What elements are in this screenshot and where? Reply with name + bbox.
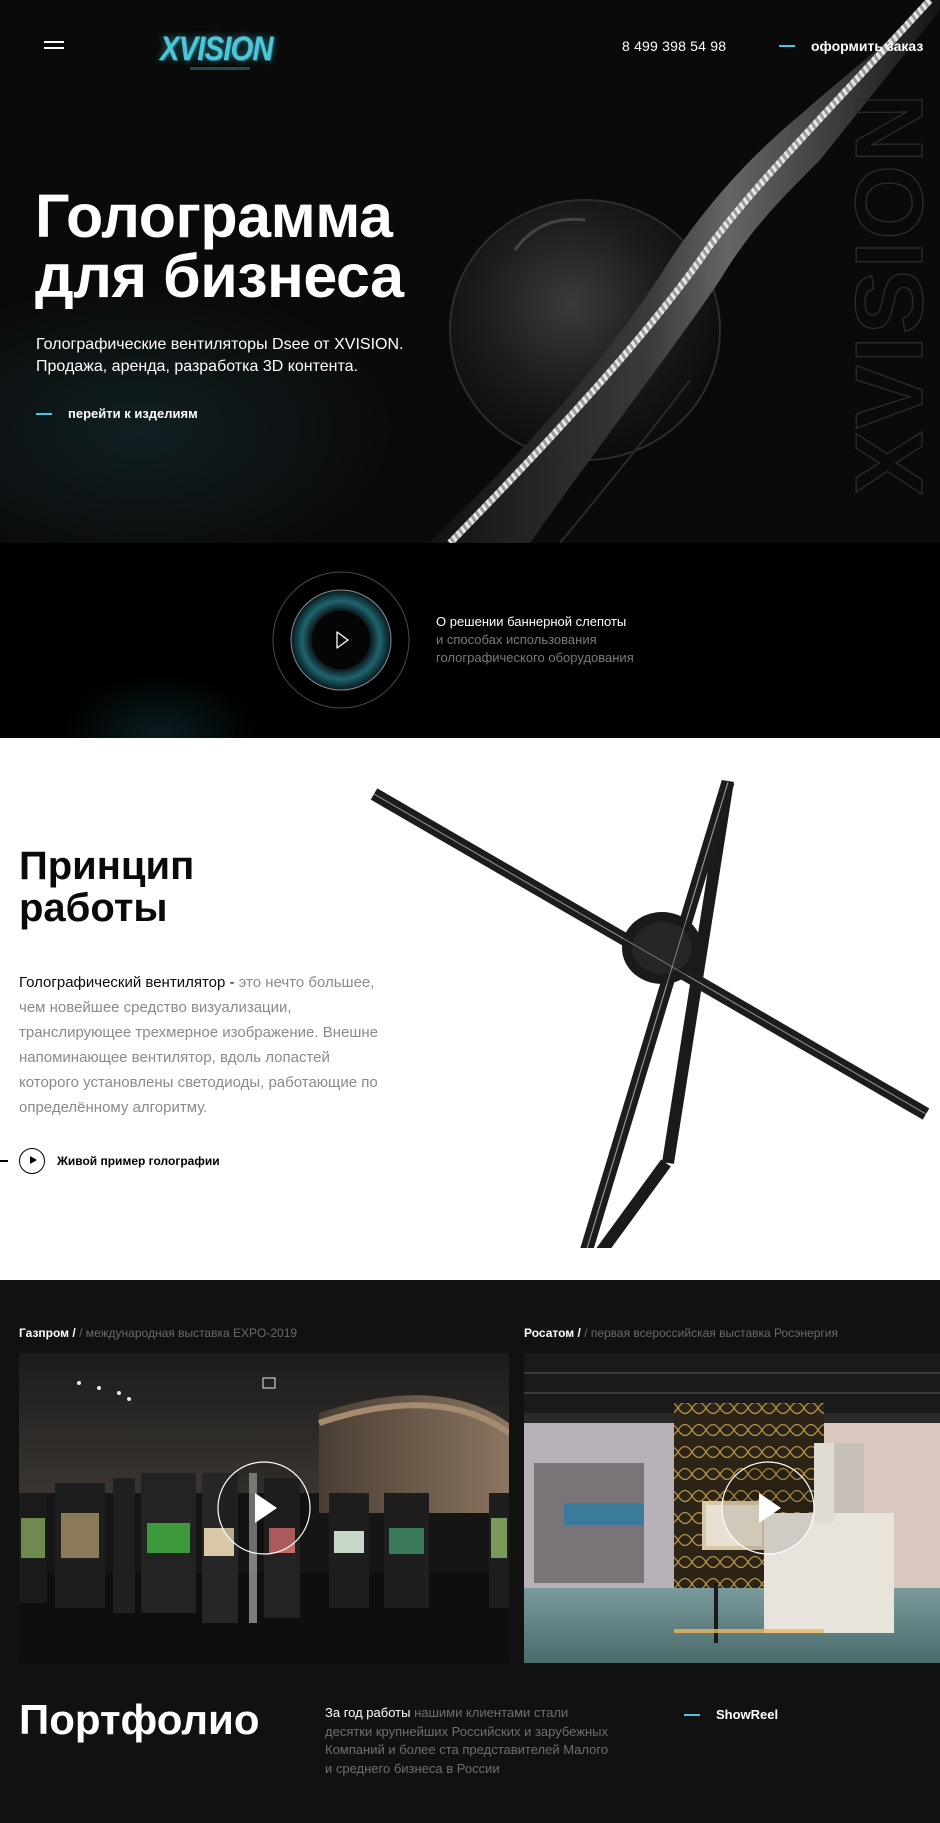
- case-video-rosatom[interactable]: [524, 1353, 940, 1663]
- case-event: / международная выставка EXPO-2019: [75, 1326, 298, 1340]
- brand-watermark: XVISION: [835, 91, 940, 495]
- hero-title: Голограмма для бизнеса: [35, 186, 404, 307]
- principle-title-line: работы: [19, 886, 168, 930]
- case-client: Росатом /: [524, 1326, 581, 1340]
- principle-highlight: Голографический вентилятор -: [19, 974, 235, 991]
- case-event: / первая всероссийская выставка Росэнерг…: [580, 1326, 838, 1340]
- exhibition-hall-photo: [19, 1353, 509, 1663]
- video-description: О решении баннерной слепоты и способах и…: [436, 613, 666, 667]
- portfolio-description: За год работы нашими клиентами стали дес…: [325, 1704, 615, 1778]
- video-description-line: О решении баннерной слепоты: [436, 614, 627, 629]
- principle-title: Принцип работы: [19, 845, 194, 929]
- accent-dash-icon: [36, 412, 52, 415]
- portfolio-highlight: За год работы: [325, 1705, 411, 1720]
- case-client: Газпром /: [19, 1326, 76, 1340]
- hero-subtitle-line: Продажа, аренда, разработка 3D контента.: [36, 358, 358, 375]
- case-caption-rosatom: Росатом / / первая всероссийская выставк…: [524, 1326, 838, 1340]
- brand-watermark-text: XVISION: [836, 92, 940, 495]
- exhibition-stand-photo: [524, 1353, 940, 1663]
- hero-title-line: Голограмма: [35, 182, 393, 250]
- products-link[interactable]: перейти к изделиям: [36, 406, 198, 421]
- order-label: оформить заказ: [811, 38, 924, 54]
- principle-description: Голографический вентилятор - это нечто б…: [19, 970, 389, 1120]
- logo-text: XVISION: [160, 30, 273, 68]
- lead-line: [0, 1160, 8, 1162]
- play-circle-icon: [19, 1148, 45, 1174]
- showreel-label: ShowReel: [716, 1707, 779, 1722]
- video-description-line: голографического оборудования: [436, 650, 634, 665]
- phone-number[interactable]: 8 499 398 54 98: [622, 38, 726, 54]
- hamburger-icon-line: [44, 41, 64, 43]
- live-example-link[interactable]: Живой пример голографии: [0, 1148, 220, 1174]
- hologram-fan-diagram: [370, 780, 930, 1248]
- hero-title-line: для бизнеса: [35, 242, 404, 310]
- principle-body: это нечто большее, чем новейшее средство…: [19, 974, 378, 1116]
- video-play-button[interactable]: [272, 571, 410, 709]
- video-strip: О решении баннерной слепоты и способах и…: [0, 543, 940, 738]
- portfolio-title: Портфолио: [19, 1696, 260, 1743]
- hamburger-icon-line: [44, 47, 64, 49]
- video-description-line: и способах использования: [436, 632, 597, 647]
- hero-subtitle: Голографические вентиляторы Dsee от XVIS…: [36, 334, 436, 378]
- products-link-label: перейти к изделиям: [68, 406, 198, 421]
- live-example-label: Живой пример голографии: [57, 1154, 220, 1168]
- xvision-logo[interactable]: XVISION: [156, 26, 273, 76]
- hero-section: XVISION XVISION 8 499 398 54 98 оформить…: [0, 0, 940, 543]
- hero-subtitle-line: Голографические вентиляторы Dsee от XVIS…: [36, 336, 404, 353]
- accent-dash-icon: [779, 45, 795, 47]
- logo-tagline-mark: [190, 67, 250, 70]
- principle-section: Принцип работы Голографический вентилято…: [0, 738, 940, 1280]
- showreel-link[interactable]: ShowReel: [684, 1707, 778, 1722]
- strip-glow: [60, 673, 260, 738]
- case-caption-gazprom: Газпром / / международная выставка EXPO-…: [19, 1326, 297, 1340]
- menu-button[interactable]: [44, 40, 64, 50]
- order-button[interactable]: оформить заказ: [779, 38, 923, 54]
- case-video-gazprom[interactable]: [19, 1353, 509, 1663]
- principle-title-line: Принцип: [19, 844, 195, 888]
- accent-dash-icon: [684, 1713, 700, 1716]
- portfolio-section: Газпром / / международная выставка EXPO-…: [0, 1280, 940, 1823]
